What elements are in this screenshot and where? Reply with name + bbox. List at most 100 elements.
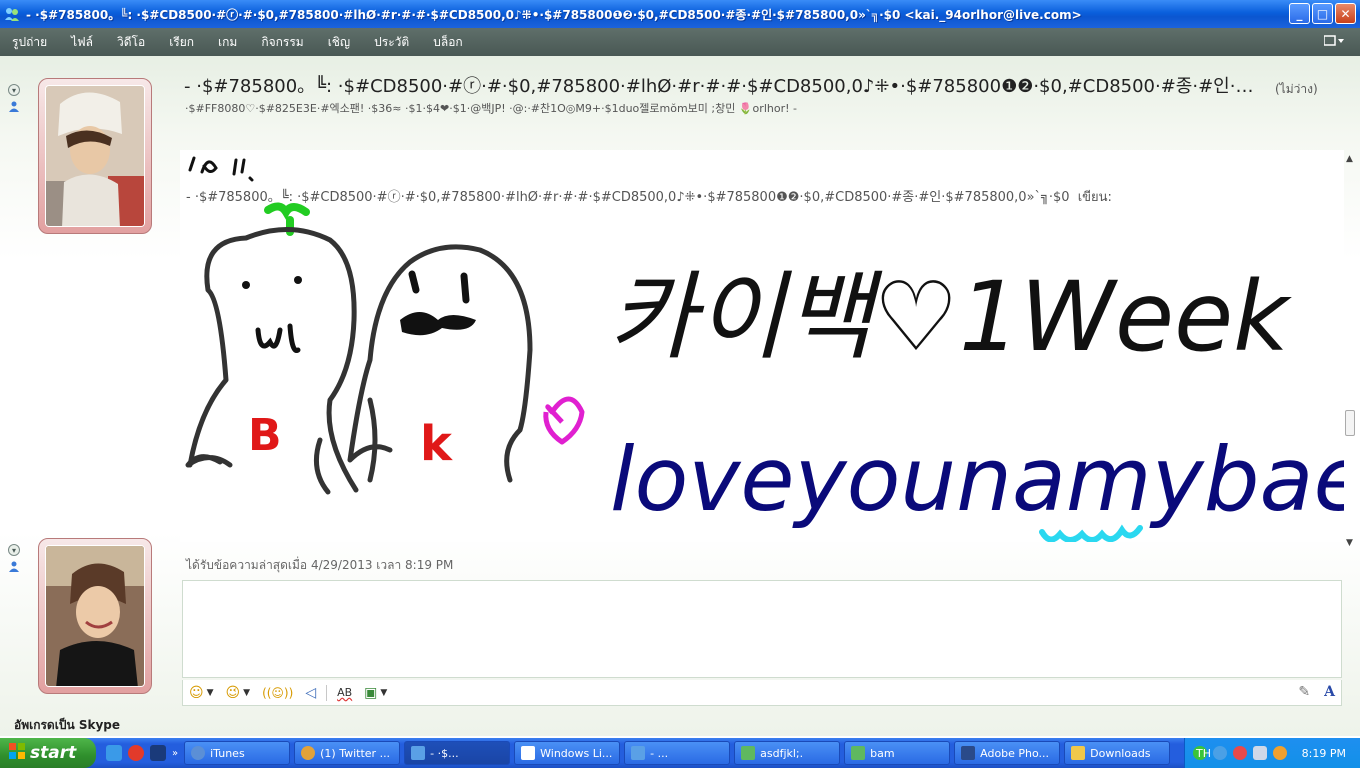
menu-activities[interactable]: กิจกรรม (261, 33, 303, 52)
contact-personal-message: ·$#FF8080♡·$#825E3E·#엑소팬! ·$36≈ ·$1·$4❤·… (185, 102, 797, 115)
network-icon[interactable] (1213, 746, 1227, 760)
taskbar: start » iTunes (1) Twitter ... - ·$... W… (0, 738, 1360, 768)
ie-icon[interactable] (106, 745, 122, 761)
taskbar-item-photoshop[interactable]: Adobe Pho... (954, 741, 1061, 765)
taskbar-item-bam[interactable]: bam (844, 741, 951, 765)
contact-display-name: - ·$#785800。╚: ·$#CD8500·#ⓡ·#·$0,#785800… (184, 76, 1254, 97)
toolbar-separator (326, 684, 328, 701)
scrollbar-thumb[interactable] (1345, 410, 1355, 436)
nudge-icon: ((☺)) (262, 685, 294, 700)
contact-photo (45, 85, 145, 227)
taskbar-item-label: - ... (650, 746, 669, 760)
scroll-down-icon[interactable]: ▼ (1346, 538, 1353, 548)
maximize-button[interactable]: □ (1312, 3, 1333, 24)
volume-icon[interactable] (1253, 746, 1267, 760)
menu-blog[interactable]: บล็อก (433, 33, 462, 52)
upgrade-skype-link[interactable]: อัพเกรดเป็น Skype (14, 716, 120, 735)
contact-icon (741, 746, 756, 760)
taskbar-item-label: Adobe Pho... (980, 746, 1050, 760)
last-received-notice: ได้รับข้อความล่าสุดเมื่อ 4/29/2013 เวลา … (186, 558, 454, 572)
scroll-up-icon[interactable]: ▲ (1346, 154, 1353, 164)
taskbar-item-asdfjkl[interactable]: asdfjkl;. (734, 741, 841, 765)
taskbar-item-label: (1) Twitter ... (320, 746, 391, 760)
drawing-letter-k: k (420, 416, 453, 472)
taskbar-item-twitter[interactable]: (1) Twitter ... (294, 741, 401, 765)
language-indicator[interactable]: TH (1196, 747, 1211, 760)
voice-icon: ◁ (305, 684, 317, 701)
font-icon[interactable]: A (1324, 684, 1335, 700)
photoshop-icon[interactable] (150, 745, 166, 761)
quick-launch-more-icon[interactable]: » (172, 748, 178, 759)
taskbar-item-label: iTunes (210, 746, 245, 760)
folder-icon (1071, 746, 1086, 760)
taskbar-item-itunes[interactable]: iTunes (184, 741, 291, 765)
menu-files[interactable]: ไฟล์ (71, 33, 93, 52)
drawing-title-text: 카이백♡1Week (608, 261, 1292, 373)
start-button[interactable]: start (0, 738, 96, 768)
emoticon-icon: ☺ (189, 684, 204, 701)
writes-label: เขียน: (1077, 190, 1112, 205)
title-bar: - ·$#785800。╚: ·$#CD8500·#ⓡ·#·$0,#785800… (0, 0, 1360, 28)
background-button[interactable]: ▣ ▼ (364, 685, 387, 701)
taskbar-item-label: Windows Li... (540, 746, 613, 760)
voice-clip-button[interactable]: ◁ (305, 685, 316, 701)
wink-button[interactable]: 😉 ▼ (226, 685, 251, 701)
message-sender-line: - ·$#785800。╚: ·$#CD8500·#ⓡ·#·$0,#785800… (186, 186, 1112, 207)
contact-status: (ไม่ว่าง) (1275, 82, 1318, 96)
taskbar-item-label: asdfjkl;. (760, 746, 804, 760)
taskbar-item-label: - ·$... (430, 746, 459, 760)
conversation-history[interactable]: B k 카이백♡1Week loveyounamybaekt'ruk (180, 150, 1344, 542)
chrome-icon[interactable] (128, 745, 144, 761)
quick-launch: » (106, 745, 178, 761)
self-card-icon[interactable] (8, 560, 20, 572)
emoticon-button[interactable]: ☺ ▼ (189, 685, 214, 701)
background-icon: ▣ (364, 684, 378, 701)
taskbar-item-conversation-2[interactable]: - ... (624, 741, 731, 765)
self-photo (45, 545, 145, 687)
taskbar-item-downloads[interactable]: Downloads (1064, 741, 1171, 765)
collapse-self-icon[interactable]: ▾ (8, 544, 20, 556)
chevron-down-icon: ▼ (206, 687, 214, 698)
start-label: start (30, 743, 77, 763)
collapse-contact-icon[interactable]: ▾ (8, 84, 20, 96)
messenger-icon (631, 746, 646, 760)
input-toolbar: ☺ ▼ 😉 ▼ ((☺)) ◁ AB ▣ ▼ ✎ A (182, 680, 1342, 706)
handwrite-icon[interactable]: ✎ (1298, 684, 1310, 700)
itunes-icon (191, 746, 206, 760)
menu-bar: รูปถ่าย ไฟล์ วิดีโอ เรียก เกม กิจกรรม เช… (0, 28, 1360, 56)
menu-overflow-icon[interactable] (1323, 34, 1344, 52)
contact-icon (851, 746, 866, 760)
messenger-icon (4, 6, 20, 22)
clock[interactable]: 8:19 PM (1302, 747, 1346, 760)
minimize-button[interactable]: _ (1289, 3, 1310, 24)
menu-call[interactable]: เรียก (169, 33, 194, 52)
taskbar-item-windows-live[interactable]: Windows Li... (514, 741, 621, 765)
wink-icon: 😉 (225, 684, 241, 701)
menu-history[interactable]: ประวัติ (374, 33, 409, 52)
spell-check-button[interactable]: AB (337, 686, 352, 699)
nudge-button[interactable]: ((☺)) (262, 686, 293, 700)
close-button[interactable]: ✕ (1335, 3, 1356, 24)
security-icon[interactable] (1233, 746, 1247, 760)
windows-live-icon (521, 746, 536, 760)
spell-check-icon: AB (337, 686, 353, 699)
contact-card-icon[interactable] (8, 100, 20, 112)
chrome-icon (301, 746, 316, 760)
taskbar-item-label: bam (870, 746, 895, 760)
chevron-down-icon: ▼ (380, 687, 388, 698)
menu-invite[interactable]: เชิญ (328, 33, 350, 52)
menu-games[interactable]: เกม (218, 33, 237, 52)
messenger-tray-icon[interactable] (1273, 746, 1287, 760)
menu-video[interactable]: วิดีโอ (117, 33, 145, 52)
chevron-down-icon: ▼ (243, 687, 251, 698)
window-title: - ·$#785800。╚: ·$#CD8500·#ⓡ·#·$0,#785800… (26, 7, 1082, 22)
self-avatar[interactable] (38, 538, 152, 694)
taskbar-item-conversation[interactable]: - ·$... (404, 741, 511, 765)
contact-avatar[interactable] (38, 78, 152, 234)
sender-name: - ·$#785800。╚: ·$#CD8500·#ⓡ·#·$0,#785800… (186, 190, 1070, 205)
menu-photos[interactable]: รูปถ่าย (12, 33, 47, 52)
windows-logo-icon (8, 742, 26, 765)
message-input[interactable] (182, 580, 1342, 678)
taskbar-item-label: Downloads (1090, 746, 1151, 760)
ink-message-drawing: B k 카이백♡1Week loveyounamybaekt'ruk (185, 156, 1344, 542)
